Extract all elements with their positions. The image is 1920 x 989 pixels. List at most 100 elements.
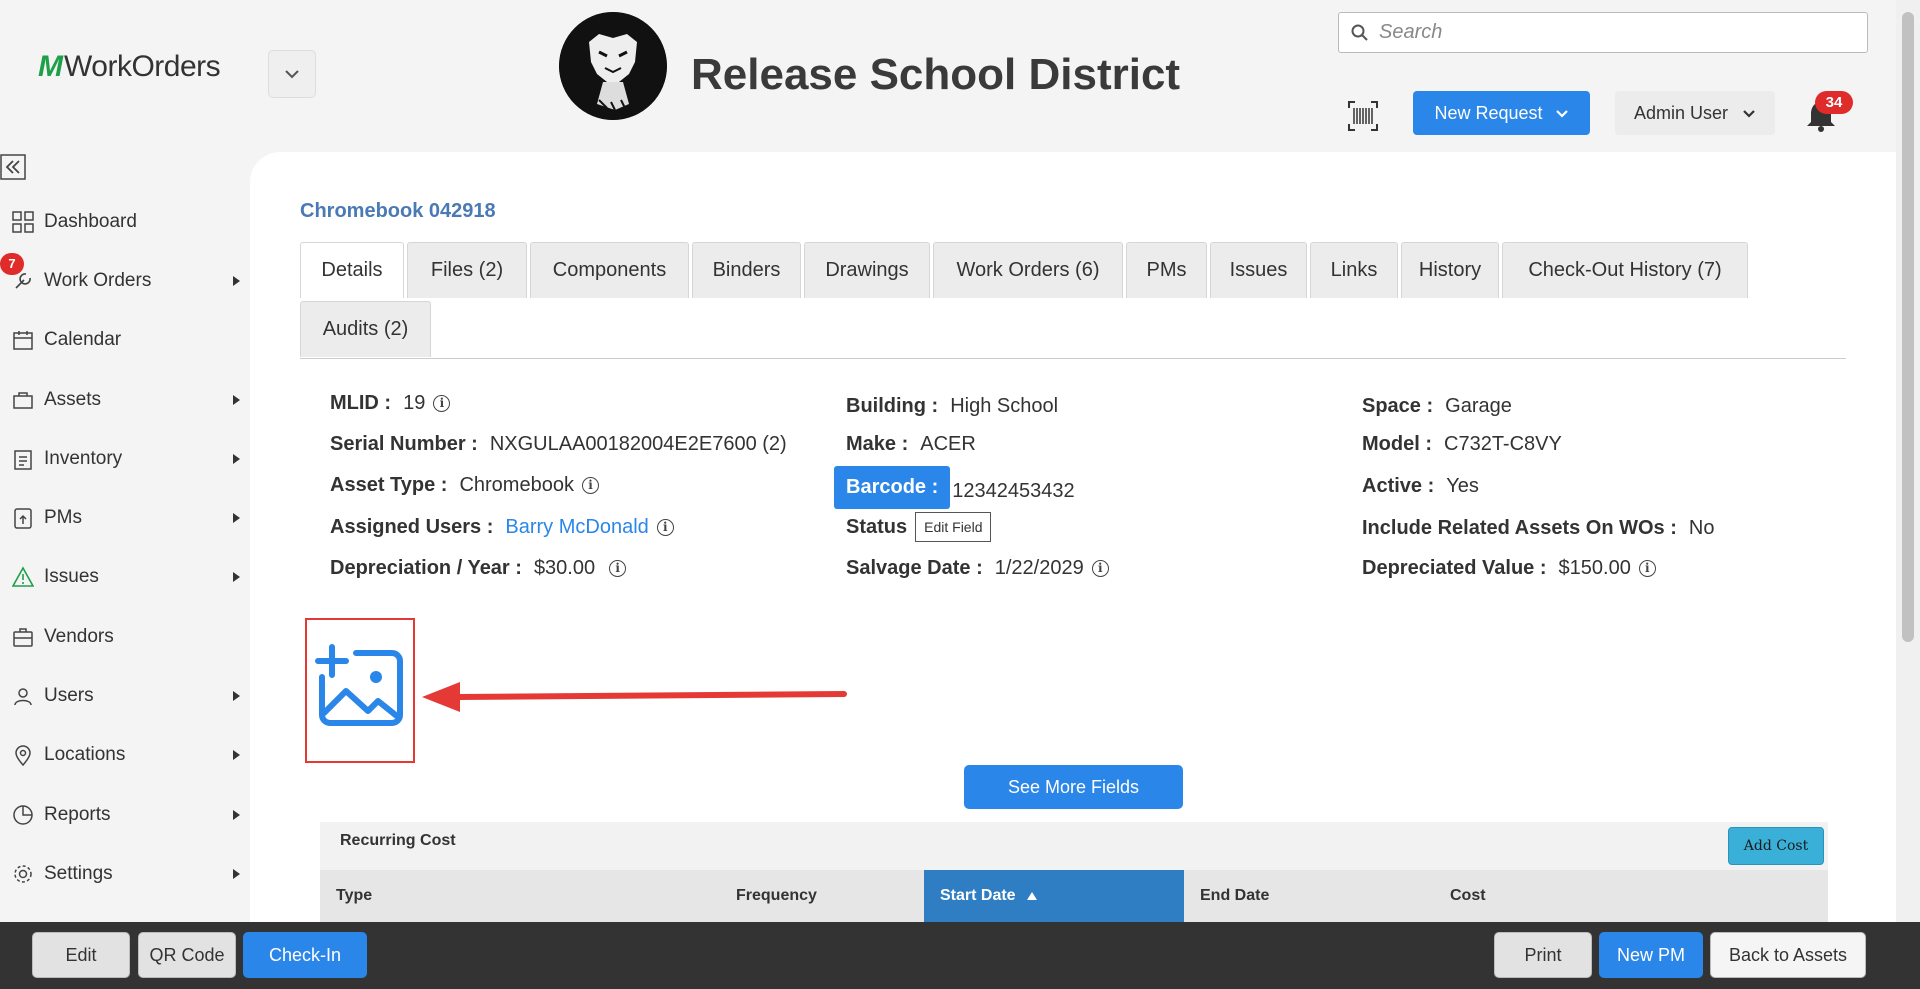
field-make: Make : ACER [846, 433, 976, 456]
sidebar-item-assets[interactable]: Assets [0, 370, 250, 429]
tab-audits[interactable]: Audits (2) [300, 301, 431, 357]
sidebar-item-label: PMs [44, 507, 82, 529]
barcode-label[interactable]: Barcode : [834, 466, 951, 509]
sidebar-item-dashboard[interactable]: Dashboard [0, 192, 250, 251]
field-label: Active : [1362, 475, 1435, 497]
qr-code-button[interactable]: QR Code [138, 932, 236, 978]
tab-history[interactable]: History [1401, 242, 1499, 298]
district-name: Release School District [691, 50, 1181, 99]
field-label: Asset Type : [330, 474, 448, 496]
tab-components[interactable]: Components [530, 242, 689, 298]
expand-arrow-icon [233, 750, 240, 761]
sidebar-item-issues[interactable]: Issues [0, 548, 250, 607]
tab-drawings[interactable]: Drawings [804, 242, 930, 298]
column-header-cost[interactable]: Cost [1434, 870, 1734, 922]
field-assigned-users: Assigned Users : Barry McDonald i [330, 516, 674, 539]
asset-title: Chromebook 042918 [300, 200, 496, 222]
info-icon[interactable]: i [609, 560, 627, 577]
info-icon[interactable]: i [1091, 560, 1109, 577]
sidebar-item-users[interactable]: Users [0, 666, 250, 725]
add-cost-button[interactable]: Add Cost [1728, 827, 1824, 865]
recurring-cost-table-header: Type Frequency Start Date End Date Cost [320, 870, 1828, 922]
sidebar-item-work-orders[interactable]: 7 Work Orders [0, 251, 250, 310]
sidebar-item-vendors[interactable]: Vendors [0, 607, 250, 666]
sort-ascending-icon [1026, 892, 1037, 900]
gear-icon [14, 865, 32, 883]
column-header-start-date[interactable]: Start Date [924, 870, 1184, 922]
column-header-end-date[interactable]: End Date [1184, 870, 1434, 922]
field-building: Building : High School [846, 395, 1058, 418]
collapse-sidebar-icon[interactable] [0, 154, 26, 180]
sidebar-item-label: Dashboard [44, 210, 137, 232]
sidebar-item-label: Vendors [44, 625, 114, 647]
check-in-button[interactable]: Check-In [243, 932, 367, 978]
sidebar-item-locations[interactable]: Locations [0, 726, 250, 785]
sidebar-item-label: Inventory [44, 447, 123, 469]
column-header-type[interactable]: Type [320, 870, 720, 922]
district-logo [559, 12, 667, 120]
field-value: High School [950, 395, 1059, 417]
tab-links[interactable]: Links [1310, 242, 1398, 298]
new-pm-button[interactable]: New PM [1599, 932, 1703, 978]
sidebar-item-label: Locations [44, 744, 126, 766]
search-box[interactable] [1338, 12, 1868, 53]
sidebar-item-label: Reports [44, 803, 111, 825]
assigned-user-link[interactable]: Barry McDonald [505, 516, 648, 539]
tab-issues[interactable]: Issues [1210, 242, 1307, 298]
field-label: Building : [846, 395, 939, 417]
app-switcher-dropdown[interactable] [268, 50, 316, 98]
info-icon[interactable]: i [433, 395, 451, 412]
sidebar-item-settings[interactable]: Settings [0, 844, 250, 903]
tab-pms[interactable]: PMs [1126, 242, 1207, 298]
field-value: ACER [920, 433, 976, 455]
search-icon [1351, 24, 1368, 41]
user-menu[interactable]: Admin User [1615, 91, 1775, 135]
field-asset-type: Asset Type : Chromebook i [330, 474, 599, 497]
field-label: MLID : [330, 392, 392, 414]
field-value: Chromebook [459, 474, 574, 496]
expand-arrow-icon [233, 691, 240, 702]
tab-files[interactable]: Files (2) [407, 242, 527, 298]
add-image-button[interactable] [305, 618, 415, 763]
back-to-assets-button[interactable]: Back to Assets [1710, 932, 1866, 978]
search-input[interactable] [1379, 21, 1849, 44]
field-label: Model : [1362, 433, 1432, 455]
sidebar-item-calendar[interactable]: Calendar [0, 311, 250, 370]
expand-arrow-icon [233, 868, 240, 879]
pm-icon [14, 508, 32, 529]
tab-details[interactable]: Details [300, 242, 404, 298]
expand-arrow-icon [233, 572, 240, 583]
info-icon[interactable]: i [656, 519, 674, 536]
sidebar-item-inventory[interactable]: Inventory [0, 429, 250, 488]
asset-detail-panel: Chromebook 042918 Details Files (2) Comp… [250, 152, 1896, 922]
grid-icon [12, 210, 34, 233]
tab-work-orders[interactable]: Work Orders (6) [933, 242, 1123, 298]
sidebar-item-label: Calendar [44, 329, 122, 351]
sidebar-item-pms[interactable]: PMs [0, 488, 250, 547]
field-depreciated-value: Depreciated Value : $150.00 i [1362, 557, 1656, 580]
tab-check-out-history[interactable]: Check-Out History (7) [1502, 242, 1748, 298]
field-value: 12342453432 [952, 480, 1075, 502]
page-scrollbar[interactable] [1896, 0, 1920, 922]
info-icon[interactable]: i [1638, 560, 1656, 577]
expand-arrow-icon [233, 809, 240, 820]
app-logo[interactable]: M WorkOrders [38, 50, 221, 84]
see-more-fields-button[interactable]: See More Fields [964, 765, 1183, 809]
sidebar-item-label: Work Orders [44, 269, 152, 291]
field-label: Status [846, 515, 908, 538]
new-request-button[interactable]: New Request [1413, 91, 1590, 135]
barcode-scan-icon[interactable] [1347, 100, 1379, 132]
sidebar-item-reports[interactable]: Reports [0, 785, 250, 844]
print-button[interactable]: Print [1494, 932, 1592, 978]
expand-arrow-icon [233, 513, 240, 524]
edit-button[interactable]: Edit [32, 932, 130, 978]
field-salvage-date: Salvage Date : 1/22/2029 i [846, 557, 1109, 580]
column-header-frequency[interactable]: Frequency [720, 870, 920, 922]
pie-icon [13, 804, 33, 825]
sidebar-item-label: Assets [44, 388, 102, 410]
info-icon[interactable]: i [581, 477, 599, 494]
tab-binders[interactable]: Binders [692, 242, 801, 298]
field-serial-number: Serial Number : NXGULAA00182004E2E7600 (… [330, 433, 787, 456]
field-model: Model : C732T-C8VY [1362, 433, 1562, 456]
scrollbar-thumb[interactable] [1902, 12, 1914, 642]
